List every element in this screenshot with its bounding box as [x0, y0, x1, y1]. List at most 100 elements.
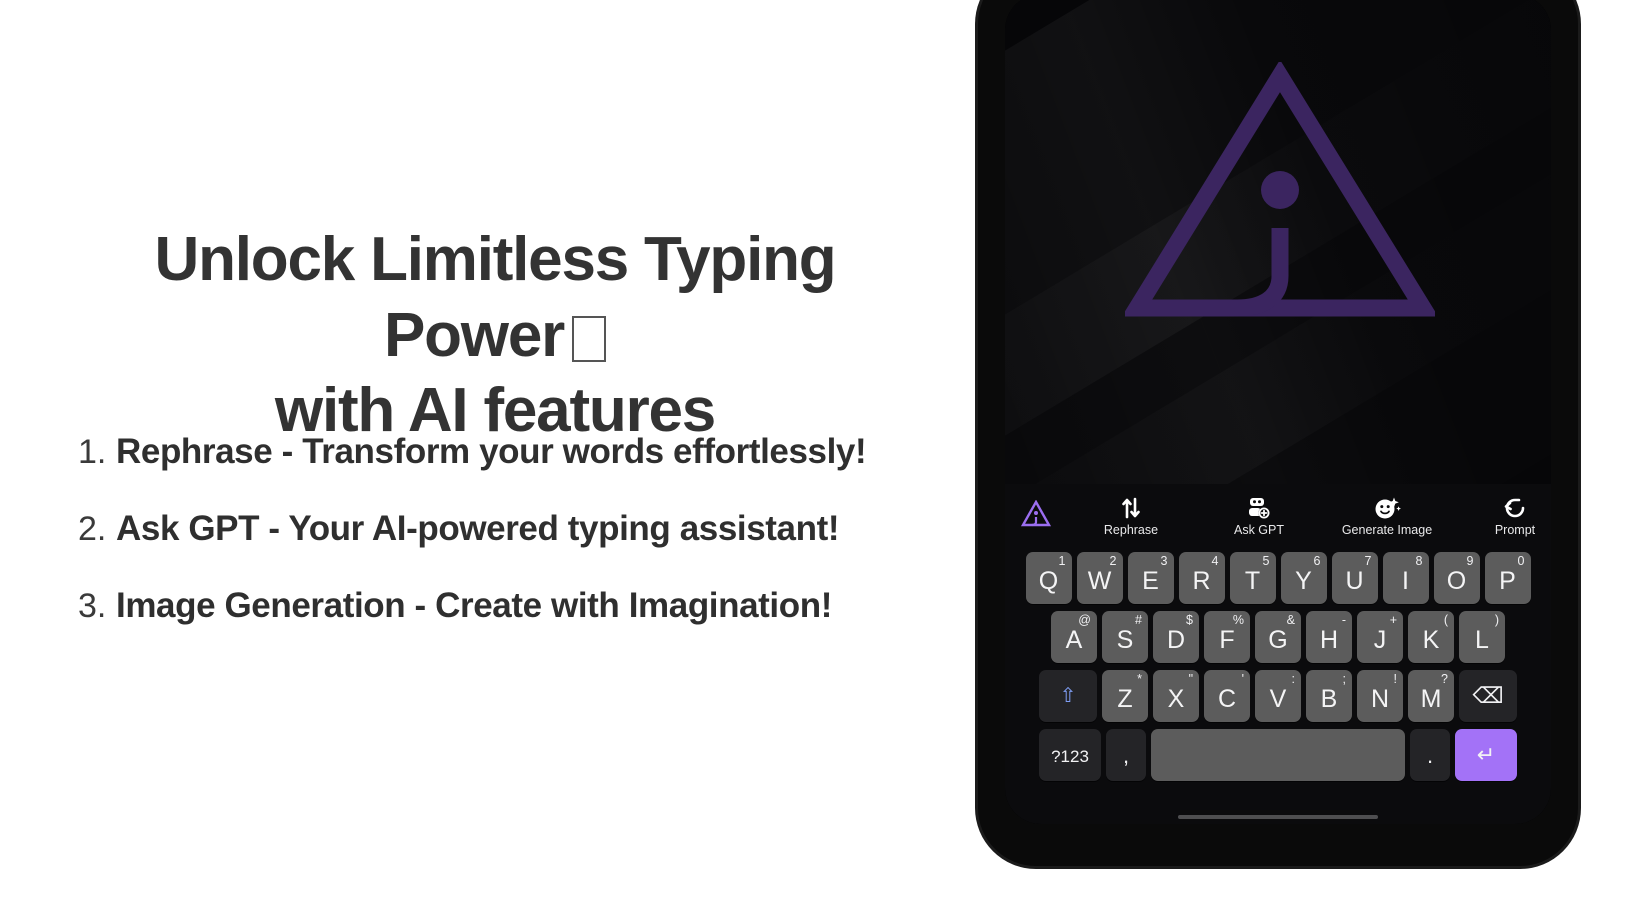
key-b[interactable]: ; B	[1306, 670, 1352, 722]
toolbar-app-logo-button[interactable]	[1005, 484, 1067, 546]
toolbar-ask-gpt-button[interactable]: Ask GPT	[1195, 484, 1323, 546]
key-sup: @	[1078, 613, 1091, 627]
missing-glyph-box	[572, 315, 607, 362]
key-t[interactable]: 5T	[1229, 552, 1276, 604]
key-label: Y	[1295, 566, 1312, 595]
list-item: 1. Rephrase - Transform your words effor…	[78, 432, 938, 472]
key-sup: :	[1291, 672, 1295, 686]
slide-root: Unlock Limitless Typing Power with AI fe…	[0, 0, 1640, 924]
period-key[interactable]: .	[1410, 729, 1450, 781]
key-a[interactable]: @ A	[1051, 611, 1097, 663]
key-sup: 4	[1211, 554, 1219, 568]
toolbar-prompt-button[interactable]: Prompt	[1451, 484, 1551, 546]
left-content-pane: Unlock Limitless Typing Power with AI fe…	[0, 0, 978, 924]
symbols-key[interactable]: ?123	[1039, 729, 1101, 781]
key-j[interactable]: + J	[1357, 611, 1403, 663]
key-sup: 6	[1313, 554, 1321, 568]
key-label: K	[1422, 625, 1440, 654]
key-v[interactable]: :V	[1255, 670, 1301, 722]
key-sup: )	[1494, 613, 1499, 627]
symbols-label: ?123	[1051, 747, 1089, 766]
toolbar-rephrase-label: Rephrase	[1103, 522, 1159, 537]
keyboard-row-2: @ A # S $ D % F & G -H + J (K ) L	[1005, 611, 1551, 663]
key-l[interactable]: ) L	[1459, 611, 1505, 663]
key-label: T	[1244, 566, 1261, 595]
phone-mockup: Rephrase Ask GPT Generate Image Prompt 1…	[978, 0, 1578, 866]
key-sup: 7	[1364, 554, 1372, 568]
ai-triangle-logo	[1121, 59, 1439, 324]
key-label: D	[1166, 625, 1186, 654]
key-label: I	[1402, 566, 1409, 595]
key-z[interactable]: * Z	[1102, 670, 1148, 722]
key-label: J	[1373, 625, 1387, 654]
key-sup: 0	[1517, 554, 1525, 568]
key-u[interactable]: 7U	[1331, 552, 1378, 604]
key-e[interactable]: 3E	[1127, 552, 1174, 604]
key-g[interactable]: & G	[1255, 611, 1301, 663]
key-o[interactable]: 9O	[1433, 552, 1480, 604]
key-f[interactable]: % F	[1204, 611, 1250, 663]
enter-key[interactable]: ↵	[1455, 729, 1517, 781]
list-item-number: 1.	[78, 433, 107, 471]
key-m[interactable]: ? M	[1408, 670, 1454, 722]
on-screen-keyboard: 1Q 2W 3E 4R 5T 6Y 7U 8I 9O 0P @ A # S $ D %…	[1005, 546, 1551, 824]
toolbar-ask-gpt-label: Ask GPT	[1233, 522, 1284, 537]
key-x[interactable]: " X	[1153, 670, 1199, 722]
key-label: U	[1345, 566, 1364, 595]
key-sup: 1	[1058, 554, 1066, 568]
key-k[interactable]: (K	[1408, 611, 1454, 663]
toolbar-generate-image-button[interactable]: Generate Image	[1323, 484, 1451, 546]
key-sup: 8	[1415, 554, 1423, 568]
key-w[interactable]: 2W	[1076, 552, 1123, 604]
toolbar-prompt-label: Prompt	[1494, 522, 1536, 537]
app-logo-icon	[1021, 500, 1051, 528]
headline-line-1: Unlock Limitless Typing Power	[154, 225, 837, 370]
key-i[interactable]: 8I	[1382, 552, 1429, 604]
prompt-icon	[1502, 494, 1528, 522]
key-label: W	[1087, 566, 1112, 595]
key-r[interactable]: 4R	[1178, 552, 1225, 604]
key-sup: $	[1186, 613, 1193, 627]
key-q[interactable]: 1Q	[1025, 552, 1072, 604]
list-item-label: Image Generation - Create with Imaginati…	[116, 586, 832, 625]
feature-list: 1. Rephrase - Transform your words effor…	[78, 432, 938, 663]
key-h[interactable]: -H	[1306, 611, 1352, 663]
key-sup: "	[1188, 672, 1193, 686]
sparkle-face-icon	[1373, 494, 1401, 522]
key-y[interactable]: 6Y	[1280, 552, 1327, 604]
key-label: L	[1475, 625, 1489, 654]
key-sup: 5	[1262, 554, 1270, 568]
key-sup: 3	[1160, 554, 1168, 568]
key-label: E	[1142, 566, 1159, 595]
toolbar-generate-image-label: Generate Image	[1341, 522, 1433, 537]
home-indicator	[1178, 815, 1378, 819]
key-label: C	[1217, 684, 1237, 713]
toolbar-rephrase-button[interactable]: Rephrase	[1067, 484, 1195, 546]
space-key[interactable]	[1151, 729, 1405, 781]
backspace-key[interactable]: ⌫	[1459, 670, 1517, 722]
ai-triangle-logo-icon	[1121, 59, 1439, 317]
key-sup: -	[1341, 613, 1346, 627]
key-sup: %	[1232, 613, 1244, 627]
key-sup: !	[1393, 672, 1397, 686]
period-label: .	[1426, 743, 1434, 768]
shift-icon: ⇧	[1059, 685, 1077, 707]
key-sup: #	[1135, 613, 1142, 627]
key-label: A	[1065, 625, 1083, 654]
key-s[interactable]: # S	[1102, 611, 1148, 663]
comma-label: ,	[1122, 743, 1130, 768]
key-label: O	[1446, 566, 1467, 595]
key-label: B	[1320, 684, 1338, 713]
key-p[interactable]: 0P	[1484, 552, 1531, 604]
list-item: 3. Image Generation - Create with Imagin…	[78, 586, 938, 626]
key-d[interactable]: $ D	[1153, 611, 1199, 663]
key-n[interactable]: ! N	[1357, 670, 1403, 722]
list-item: 2. Ask GPT - Your AI-powered typing assi…	[78, 509, 938, 549]
robot-plus-icon	[1245, 494, 1273, 522]
key-label: F	[1219, 625, 1235, 654]
comma-key[interactable]: ,	[1106, 729, 1146, 781]
key-c[interactable]: ' C	[1204, 670, 1250, 722]
page-title: Unlock Limitless Typing Power with AI fe…	[60, 222, 930, 449]
key-label: V	[1269, 684, 1287, 713]
shift-key[interactable]: ⇧	[1039, 670, 1097, 722]
